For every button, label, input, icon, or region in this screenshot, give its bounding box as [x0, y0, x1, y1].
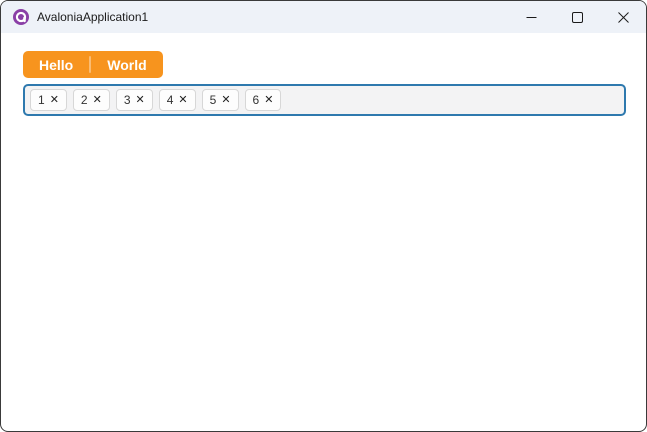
tag-label: 4: [166, 93, 174, 107]
tag-label: 3: [123, 93, 131, 107]
hello-button[interactable]: Hello: [23, 51, 89, 78]
window-title: AvaloniaApplication1: [37, 10, 149, 24]
tag-label: 5: [209, 93, 217, 107]
tag-chip: 5 ✕: [201, 89, 239, 111]
tag-chip: 6 ✕: [244, 89, 282, 111]
hello-world-button-group: Hello World: [23, 51, 163, 78]
minimize-button[interactable]: [508, 1, 554, 33]
world-button[interactable]: World: [91, 51, 162, 78]
avalonia-logo-icon: [13, 9, 29, 25]
tags-input-field[interactable]: 1 ✕ 2 ✕ 3 ✕ 4 ✕ 5 ✕ 6 ✕: [23, 84, 626, 116]
tag-remove-icon[interactable]: ✕: [264, 94, 273, 106]
tag-chip: 3 ✕: [115, 89, 153, 111]
tag-remove-icon[interactable]: ✕: [93, 94, 102, 106]
app-window: AvaloniaApplication1 Hello World 1 ✕ 2 ✕…: [0, 0, 647, 432]
content-area: Hello World 1 ✕ 2 ✕ 3 ✕ 4 ✕ 5 ✕ 6 ✕: [1, 33, 646, 116]
tag-remove-icon[interactable]: ✕: [136, 94, 145, 106]
tag-label: 6: [252, 93, 260, 107]
minimize-icon: [526, 16, 536, 18]
tag-remove-icon[interactable]: ✕: [50, 94, 59, 106]
tag-chip: 1 ✕: [30, 89, 67, 111]
tag-chip: 2 ✕: [72, 89, 110, 111]
tag-label: 2: [80, 93, 88, 107]
tag-remove-icon[interactable]: ✕: [178, 94, 187, 106]
close-button[interactable]: [600, 1, 646, 33]
maximize-button[interactable]: [554, 1, 600, 33]
tag-label: 1: [38, 93, 45, 107]
tag-remove-icon[interactable]: ✕: [221, 94, 230, 106]
maximize-icon: [571, 11, 583, 23]
tag-chip: 4 ✕: [158, 89, 196, 111]
close-icon: [617, 11, 629, 23]
titlebar[interactable]: AvaloniaApplication1: [1, 1, 646, 33]
